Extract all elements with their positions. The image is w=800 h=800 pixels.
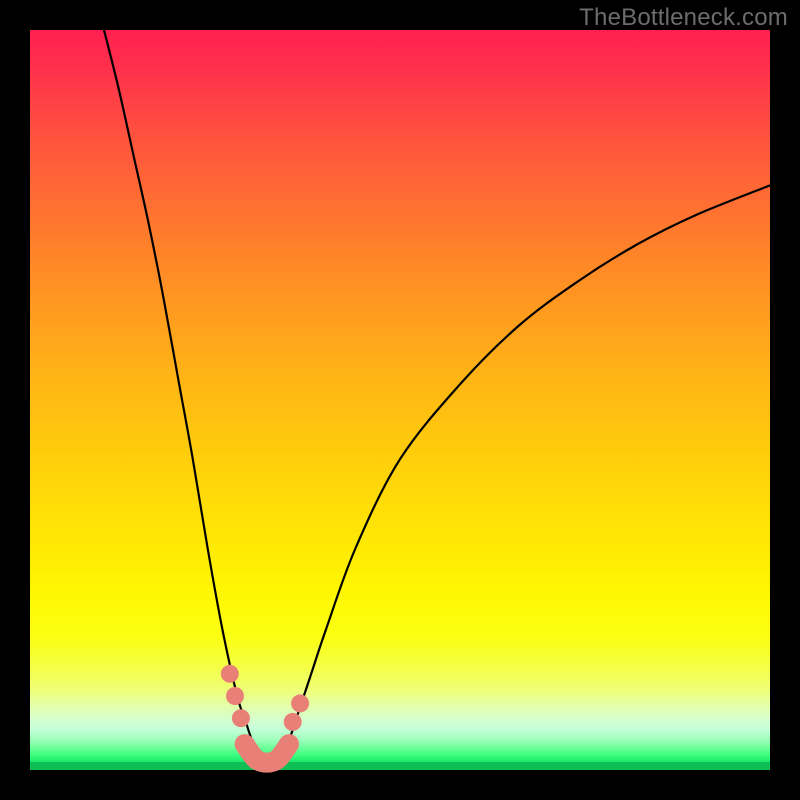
curve-markers [221,665,309,731]
plot-area [30,30,770,770]
chart-frame: TheBottleneck.com [0,0,800,800]
curve-marker [284,713,302,731]
valley-highlight [245,744,289,763]
curve-line [104,30,770,764]
chart-svg [30,30,770,770]
curve-marker [291,694,309,712]
watermark-text: TheBottleneck.com [579,4,788,32]
curve-marker [232,709,250,727]
curve-marker [221,665,239,683]
curve-marker [226,687,244,705]
